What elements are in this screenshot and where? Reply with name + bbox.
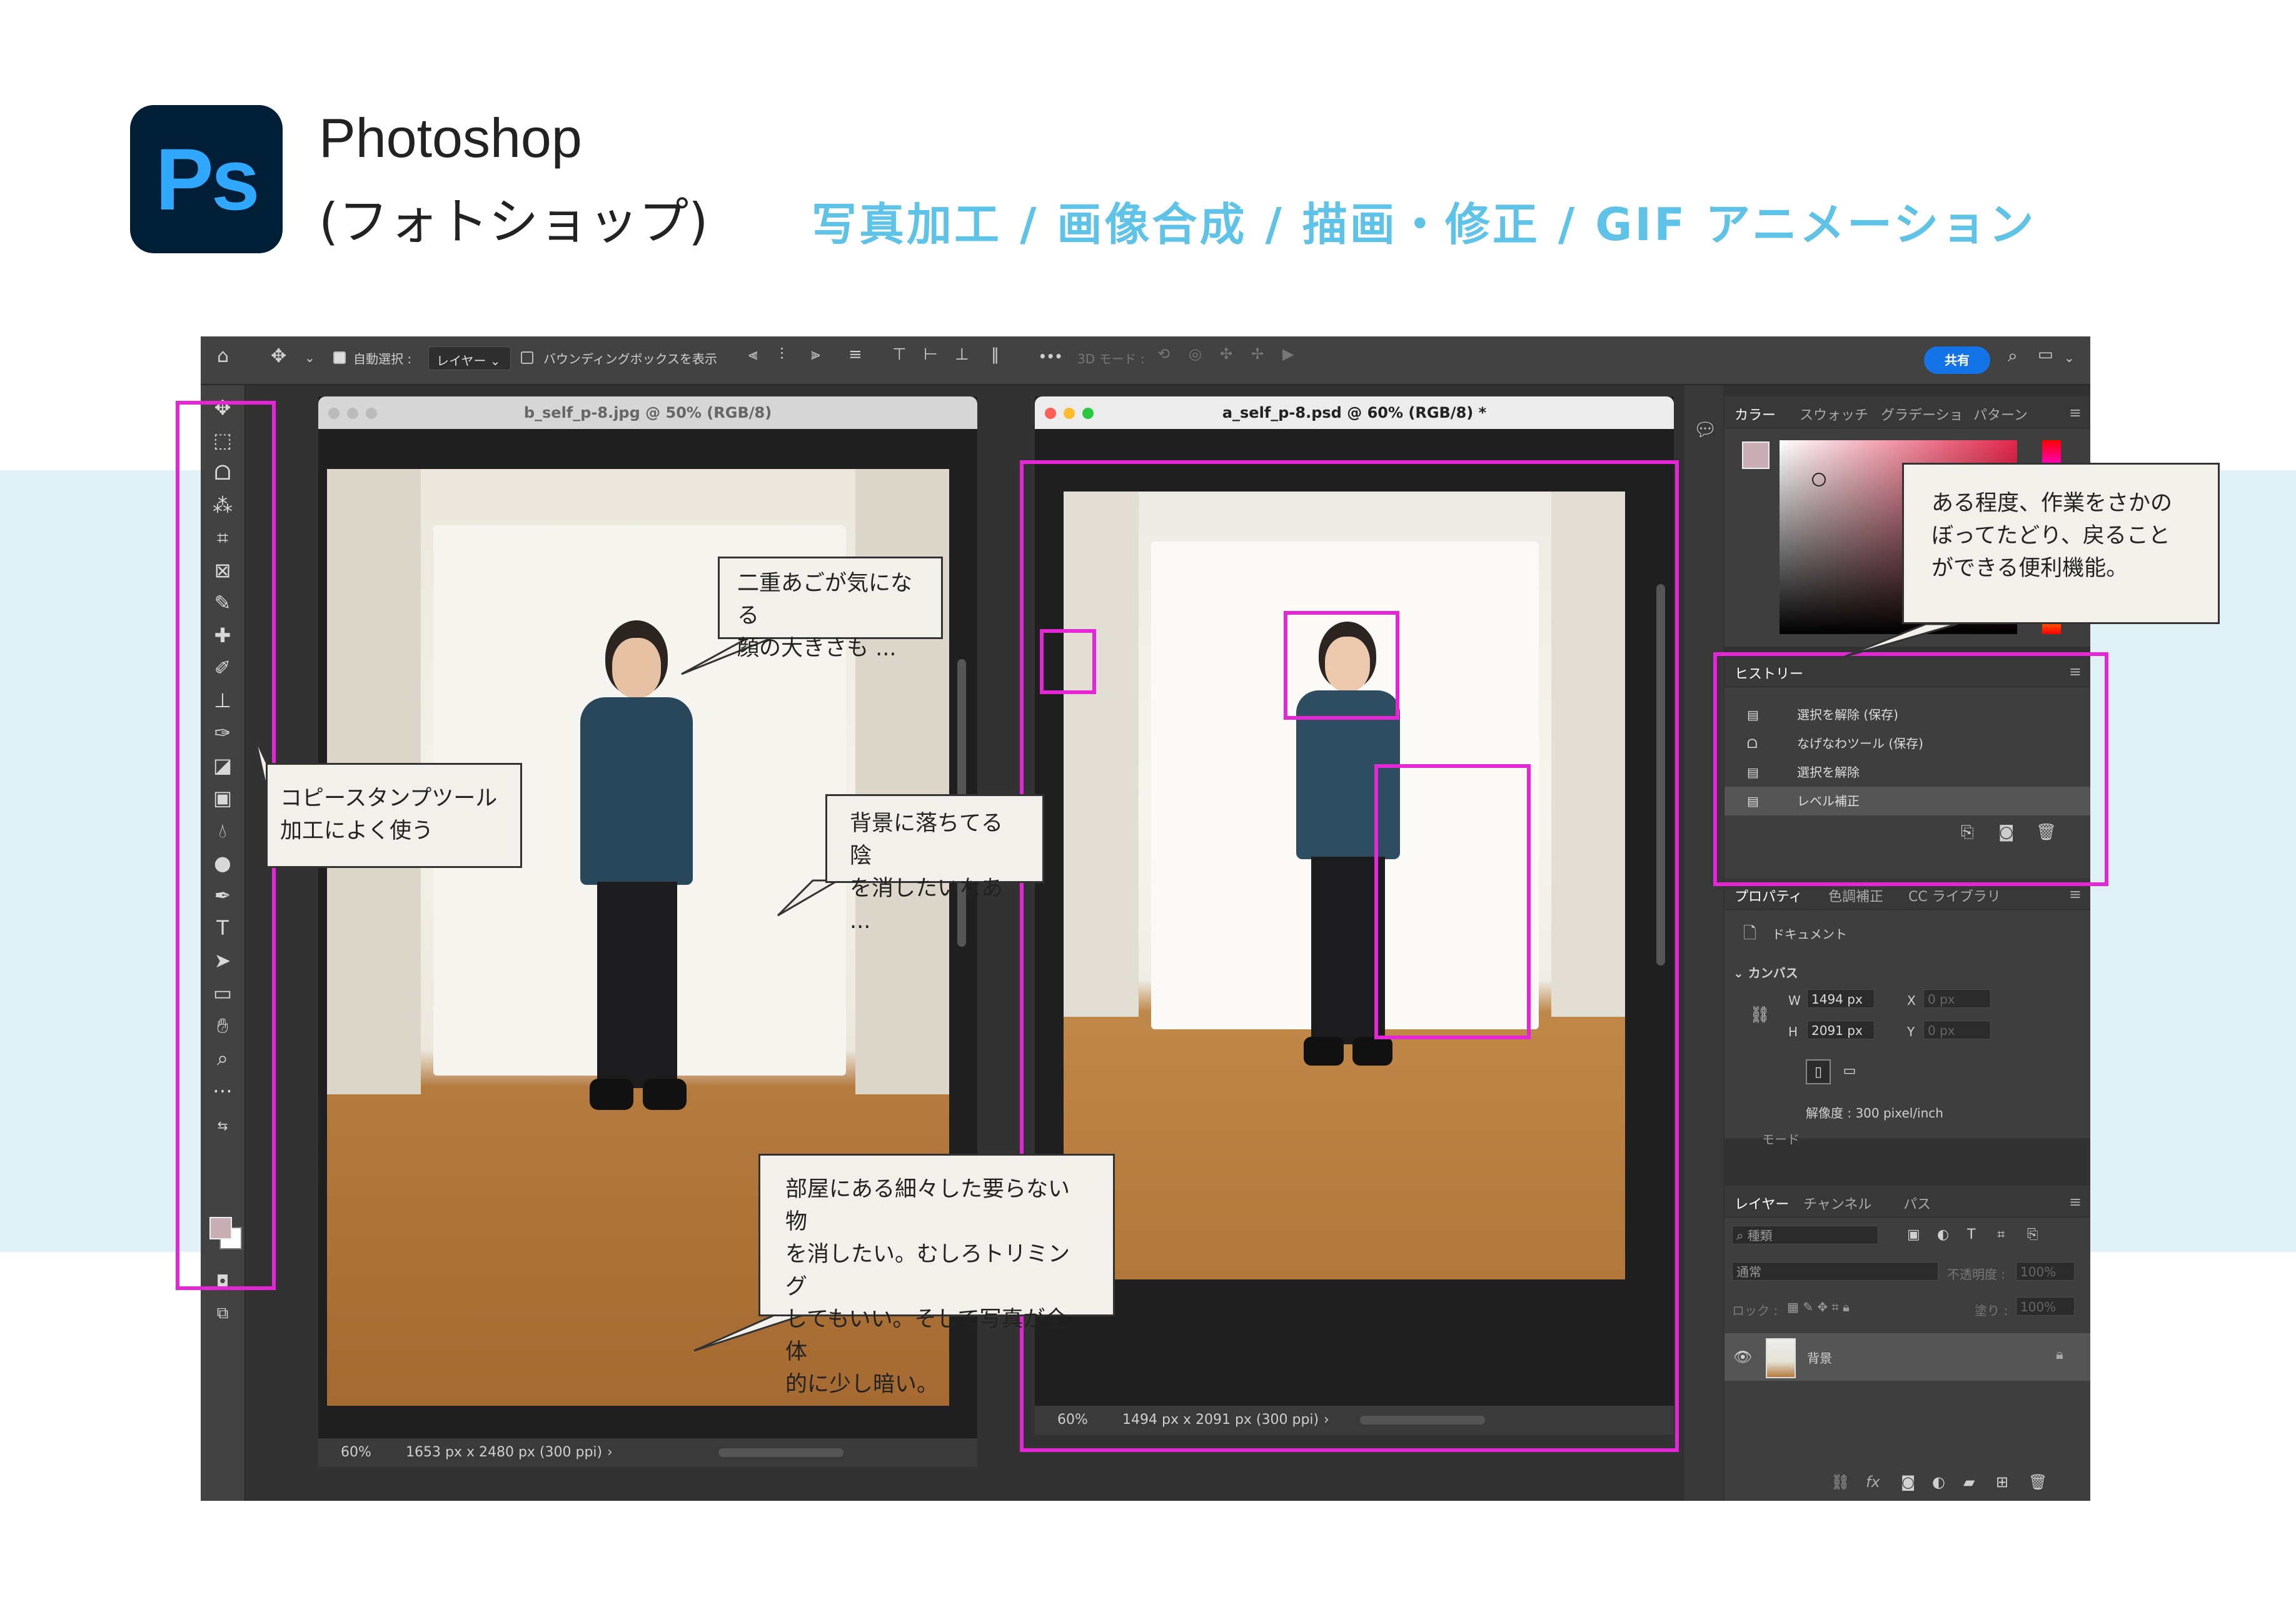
callout-room: 部屋にある細々した要らない物 を消したい。むしろトリミング してもいい。そして写…: [758, 1154, 1115, 1397]
tail-history: [1844, 623, 1958, 658]
callout-stamp: コピースタンプツール 加工によく使う: [266, 763, 522, 868]
callout-chin: 二重あごが気になる 顔の大きさも ...: [718, 557, 943, 661]
callout-stamp-text: コピースタンプツール 加工によく使う: [280, 786, 498, 844]
callout-shadow: 背景に落ちてる陰 を消したいなあ ...: [825, 794, 1044, 934]
tail-shadow: [777, 879, 842, 917]
callout-history: ある程度、作業をさかの ぼってたどり、戻ること ができる便利機能。: [1902, 463, 2220, 624]
callout-chin-text: 二重あごが気になる 顔の大きさも ...: [737, 571, 913, 661]
callout-history-text: ある程度、作業をさかの ぼってたどり、戻ること ができる便利機能。: [1931, 491, 2173, 581]
